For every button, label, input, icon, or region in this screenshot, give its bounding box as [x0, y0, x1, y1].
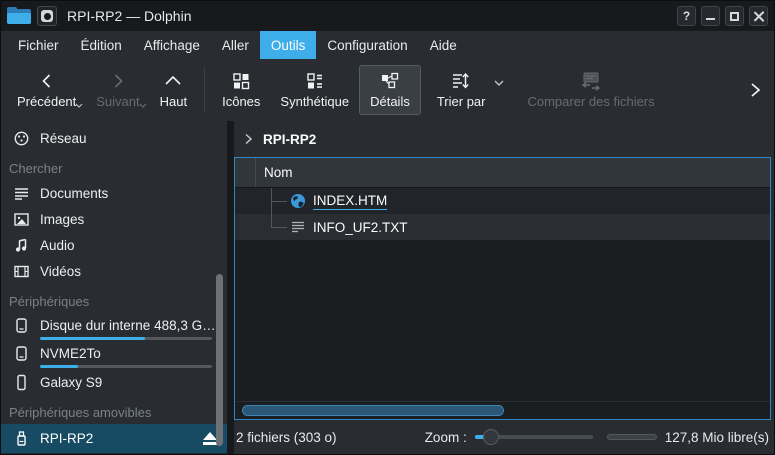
disk-usage-bar — [40, 365, 212, 368]
chevron-right-icon — [109, 71, 127, 91]
back-button[interactable]: Précédent — [7, 66, 86, 114]
sidebar-item-images[interactable]: Images — [1, 206, 227, 232]
tree-line — [271, 201, 287, 202]
breadcrumb-chevron-icon — [244, 133, 253, 145]
horizontal-scrollbar-thumb[interactable] — [242, 405, 504, 416]
help-button[interactable]: ? — [677, 6, 696, 26]
dolphin-window: RPI-RP2 — Dolphin ? Fichier Édition Affi… — [0, 0, 775, 455]
sort-icon — [451, 71, 471, 91]
section-header-amovibles: Périphériques amovibles — [1, 400, 227, 424]
text-file-icon — [290, 219, 306, 235]
menu-configuration[interactable]: Configuration — [316, 31, 418, 59]
network-icon — [13, 130, 30, 147]
minimize-icon — [706, 18, 715, 20]
column-header-nom[interactable]: Nom — [256, 165, 293, 180]
file-count-text: 2 fichiers (303 o) — [236, 430, 337, 445]
details-view-icon — [380, 71, 400, 91]
sidebar-item-disque-dur[interactable]: Disque dur interne 488,3 G… — [1, 313, 227, 341]
window-menu-icon[interactable] — [37, 6, 57, 26]
audio-icon — [13, 237, 30, 254]
documents-icon — [13, 185, 30, 202]
compare-files-icon — [580, 71, 602, 91]
free-space-bar — [607, 434, 657, 440]
compact-view-button[interactable]: Synthétique — [270, 66, 359, 114]
sort-by-button[interactable]: Trier par — [427, 66, 496, 114]
compare-files-button[interactable]: Comparer des fichiers — [517, 66, 664, 114]
zoom-slider-handle[interactable] — [483, 429, 499, 445]
close-icon — [753, 11, 764, 22]
zoom-slider[interactable] — [475, 429, 593, 445]
menu-outils[interactable]: Outils — [260, 31, 317, 59]
details-view-button[interactable]: Détails — [359, 65, 421, 115]
places-panel: Réseau Chercher Documents — [1, 121, 234, 454]
icons-view-button[interactable]: Icônes — [212, 66, 270, 114]
tree-line — [271, 227, 287, 228]
sidebar-item-reseau[interactable]: Réseau — [1, 125, 227, 151]
column-header-row: Nom — [235, 158, 770, 188]
free-space-text: 127,8 Mio libre(s) — [665, 430, 769, 445]
menu-fichier[interactable]: Fichier — [7, 31, 70, 59]
maximize-icon — [730, 12, 739, 21]
column-header-spacer — [235, 158, 256, 187]
sidebar-item-documents[interactable]: Documents — [1, 180, 227, 206]
sidebar-item-rpi-rp2[interactable]: RPI-RP2 — [1, 424, 227, 453]
chevron-down-icon[interactable] — [493, 79, 505, 87]
icons-view-icon — [232, 71, 250, 91]
html-globe-icon — [290, 193, 306, 209]
eject-icon[interactable] — [203, 432, 217, 445]
menu-edition[interactable]: Édition — [70, 31, 133, 59]
file-row-index-htm[interactable]: INDEX.HTM — [235, 188, 770, 214]
dolphin-app-icon — [7, 7, 31, 25]
window-title: RPI-RP2 — Dolphin — [67, 8, 192, 24]
compact-view-icon — [306, 71, 324, 91]
titlebar[interactable]: RPI-RP2 — Dolphin ? — [1, 1, 774, 31]
file-row-info-uf2-txt[interactable]: INFO_UF2.TXT — [235, 214, 770, 240]
section-header-chercher: Chercher — [1, 156, 227, 180]
phone-icon — [13, 374, 30, 391]
menu-affichage[interactable]: Affichage — [133, 31, 211, 59]
main-area: RPI-RP2 Nom — [234, 121, 774, 454]
chevron-down-icon — [139, 103, 147, 108]
sidebar-scrollbar[interactable] — [216, 274, 223, 446]
menu-aller[interactable]: Aller — [211, 31, 260, 59]
videos-icon — [13, 263, 30, 280]
section-header-peripheriques: Périphériques — [1, 289, 227, 313]
horizontal-scrollbar-track[interactable] — [235, 401, 770, 419]
tree-line — [271, 214, 272, 227]
menu-aide[interactable]: Aide — [419, 31, 468, 59]
chevron-up-icon — [163, 71, 183, 91]
file-view[interactable]: Nom INDEX.HTM — [234, 157, 771, 420]
minimize-button[interactable] — [701, 6, 720, 26]
breadcrumb-current[interactable]: RPI-RP2 — [263, 132, 316, 147]
disk-usage-bar — [40, 337, 212, 340]
sidebar-item-galaxy-s9[interactable]: Galaxy S9 — [1, 369, 227, 395]
breadcrumb[interactable]: RPI-RP2 — [234, 121, 771, 157]
zoom-label: Zoom : — [425, 430, 467, 445]
images-icon — [13, 211, 30, 228]
hard-drive-icon — [13, 317, 30, 334]
forward-button[interactable]: Suivant — [86, 66, 149, 114]
statusbar: 2 fichiers (303 o) Zoom : 127,8 Mio libr… — [234, 420, 771, 454]
chevron-down-icon — [75, 103, 83, 108]
up-button[interactable]: Haut — [150, 66, 197, 114]
sidebar-item-videos[interactable]: Vidéos — [1, 258, 227, 284]
hard-drive-icon — [13, 345, 30, 362]
menubar: Fichier Édition Affichage Aller Outils C… — [1, 31, 774, 59]
chevron-left-icon — [38, 71, 56, 91]
toolbar: Précédent Suivant Haut — [1, 59, 774, 121]
sidebar-item-audio[interactable]: Audio — [1, 232, 227, 258]
chevron-right-icon — [748, 82, 762, 98]
toolbar-separator — [204, 67, 205, 113]
sidebar-item-nvme2to[interactable]: NVME2To — [1, 341, 227, 369]
maximize-button[interactable] — [725, 6, 744, 26]
usb-drive-icon — [13, 430, 30, 447]
close-button[interactable] — [749, 6, 768, 26]
toolbar-overflow-button[interactable] — [742, 76, 768, 104]
